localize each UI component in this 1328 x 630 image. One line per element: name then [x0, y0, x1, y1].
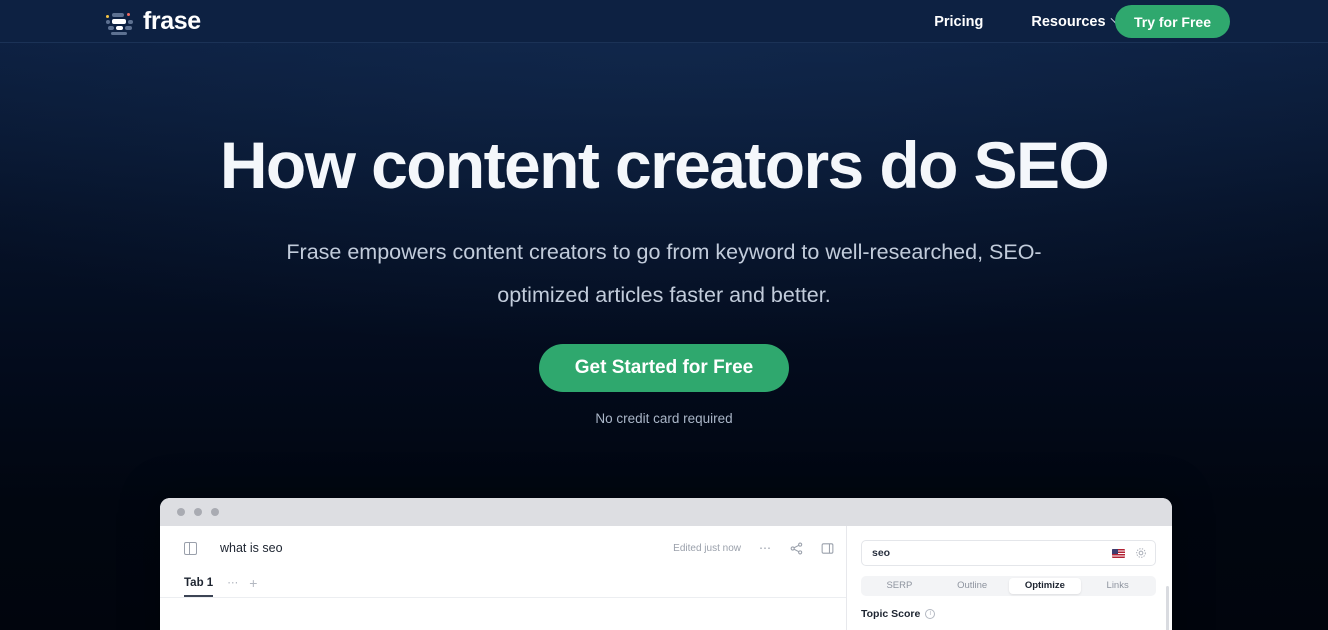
page-title: How content creators do SEO [219, 128, 1110, 202]
try-for-free-button[interactable]: Try for Free [1114, 5, 1230, 38]
app-body: what is seo Edited just now ⋯ Tab 1 ⋯ + … [160, 526, 1172, 630]
app-window-titlebar [160, 498, 1172, 526]
edited-status: Edited just now [673, 542, 741, 554]
editor-toolbar-right: Edited just now ⋯ [673, 542, 834, 555]
keyword-search-field[interactable]: seo [861, 540, 1156, 566]
window-close-dot-icon[interactable] [177, 508, 185, 516]
search-input[interactable]: seo [872, 547, 1112, 559]
top-navbar: frase Pricing Resources Login Try for Fr… [0, 0, 1328, 43]
gear-icon[interactable] [1135, 547, 1147, 559]
nav-link-label: Resources [1031, 13, 1106, 30]
editor-toolbar: what is seo Edited just now ⋯ [160, 526, 846, 570]
topic-score-header: Topic Score i [861, 608, 1156, 620]
tab-ellipsis-icon[interactable]: ⋯ [213, 576, 249, 597]
gauge-arc-icon [954, 626, 1064, 630]
ellipsis-icon[interactable]: ⋯ [759, 542, 772, 554]
document-title[interactable]: what is seo [220, 541, 283, 555]
document-editor: what is seo Edited just now ⋯ Tab 1 ⋯ + [160, 526, 847, 630]
panel-tab-strip: SERP Outline Optimize Links [861, 576, 1156, 596]
tab-outline[interactable]: Outline [936, 578, 1009, 594]
right-panel-icon[interactable] [821, 542, 834, 555]
nav-link-pricing[interactable]: Pricing [910, 14, 1007, 30]
optimize-panel: seo SERP Outline Optimize Links Topic Sc… [847, 526, 1172, 630]
panel-scrollbar[interactable] [1166, 586, 1169, 630]
window-minimize-dot-icon[interactable] [194, 508, 202, 516]
hero-section: How content creators do SEO Frase empowe… [0, 43, 1328, 426]
panel-toggle-icon[interactable] [184, 541, 197, 555]
share-icon[interactable] [790, 542, 803, 555]
frase-bars-logo-icon [106, 9, 134, 35]
hero-subtitle: Frase empowers content creators to go fr… [286, 239, 1042, 307]
no-credit-card-note: No credit card required [595, 410, 733, 426]
topic-score-gauge [861, 626, 1156, 630]
topic-score-label: Topic Score [861, 608, 921, 620]
window-maximize-dot-icon[interactable] [211, 508, 219, 516]
nav-link-label: Pricing [934, 13, 984, 30]
tab-links[interactable]: Links [1081, 578, 1154, 594]
tab-serp[interactable]: SERP [863, 578, 936, 594]
brand-logo[interactable]: frase [106, 0, 201, 43]
app-screenshot: what is seo Edited just now ⋯ Tab 1 ⋯ + … [160, 498, 1172, 630]
plus-icon[interactable]: + [249, 575, 257, 597]
info-icon[interactable]: i [925, 609, 936, 619]
editor-canvas[interactable] [160, 598, 846, 630]
tab-optimize[interactable]: Optimize [1008, 578, 1082, 594]
landing-page: frase Pricing Resources Login Try for Fr… [0, 0, 1328, 630]
get-started-button[interactable]: Get Started for Free [538, 343, 790, 392]
editor-tab-1[interactable]: Tab 1 [184, 577, 214, 597]
us-flag-icon[interactable] [1112, 548, 1125, 558]
brand-name: frase [143, 7, 201, 35]
editor-tab-strip: Tab 1 ⋯ + [160, 570, 846, 598]
